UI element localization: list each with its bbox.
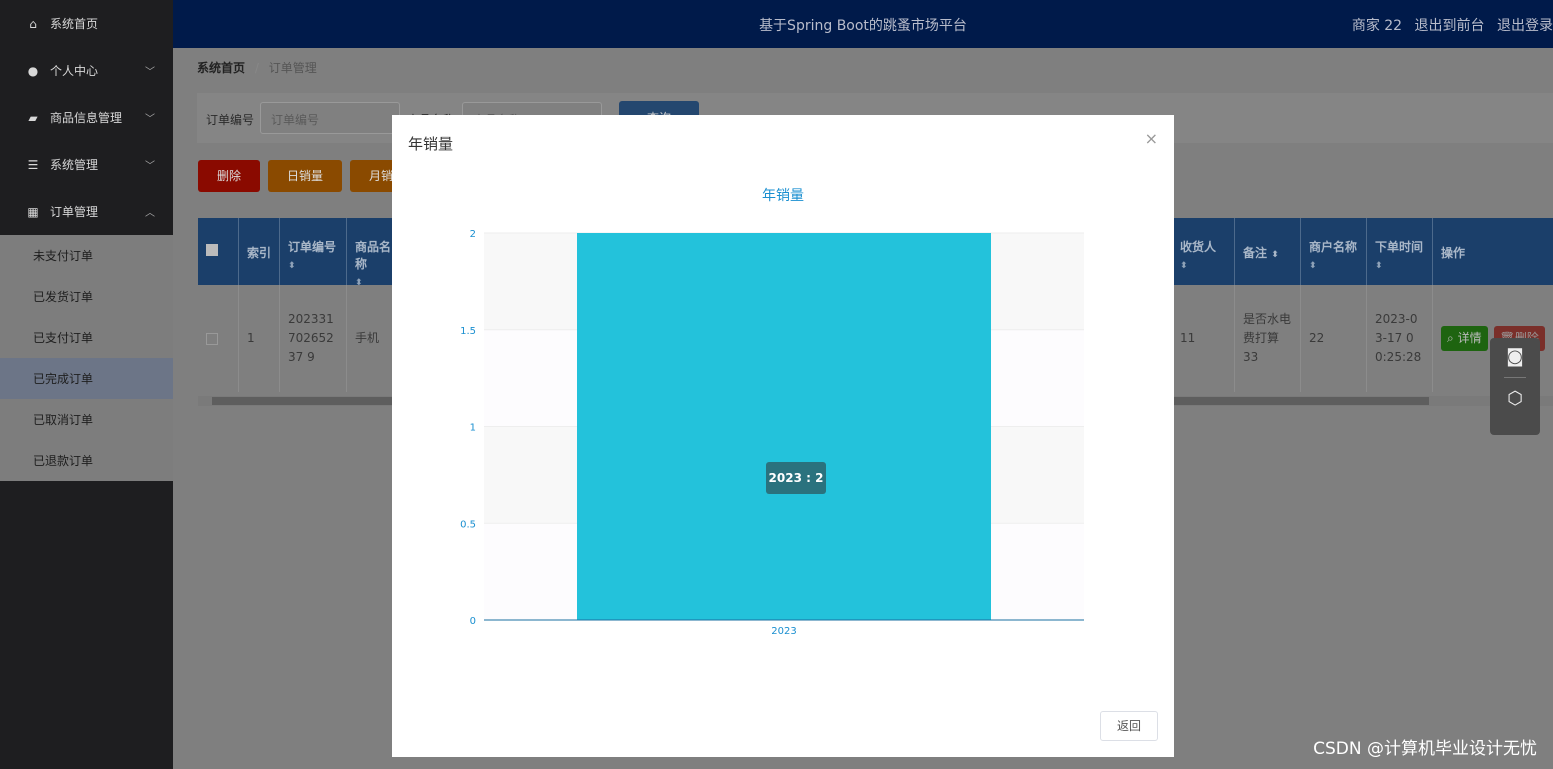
bar-2023 (577, 233, 991, 620)
chevron-up-icon: ︿ (145, 208, 155, 219)
col-index: 索引 (239, 218, 280, 285)
col-receiver[interactable]: 收货人 ⬍ (1172, 218, 1235, 285)
y-tick-label: 1 (470, 423, 476, 434)
sort-icon[interactable]: ⬍ (1271, 250, 1279, 260)
floating-toolbar: ◙ ⬡ (1490, 338, 1540, 435)
dialog-title: 年销量 (408, 135, 454, 153)
submenu-unpaid[interactable]: 未支付订单 (0, 235, 173, 276)
orders-submenu: 未支付订单 已发货订单 已支付订单 已完成订单 已取消订单 已退款订单 (0, 235, 173, 481)
logout-link[interactable]: 退出登录 (1497, 18, 1553, 34)
select-all-checkbox[interactable] (198, 218, 239, 285)
chevron-down-icon: ﹀ (145, 161, 155, 172)
y-tick-label: 2 (470, 229, 476, 240)
order-no-input[interactable]: 订单编号 (260, 102, 400, 134)
close-icon[interactable]: × (1145, 129, 1158, 148)
y-tick-label: 0 (470, 616, 476, 627)
sidebar-item-system[interactable]: ☰ 系统管理 ﹀ (0, 141, 173, 188)
sidebar-item-orders[interactable]: ▦ 订单管理 ︿ (0, 188, 173, 235)
camera-icon[interactable]: ◙ (1490, 346, 1540, 367)
y-tick-label: 0.5 (460, 519, 476, 530)
sidebar-item-goods[interactable]: ▰ 商品信息管理 ﹀ (0, 94, 173, 141)
col-actions: 操作 (1441, 246, 1466, 260)
delete-button[interactable]: 删除 (198, 160, 260, 192)
submenu-shipped[interactable]: 已发货订单 (0, 276, 173, 317)
chat-icon: ▰ (28, 110, 38, 125)
yearly-sales-chart: 年销量 0 0.5 1 1.5 2 2023 2023 : 2 (460, 188, 1084, 637)
tooltip-text: 2023 : 2 (769, 471, 824, 485)
daily-sales-button[interactable]: 日销量 (268, 160, 342, 192)
sliders-icon: ☰ (27, 157, 39, 172)
to-front-link[interactable]: 退出到前台 (1415, 18, 1485, 34)
x-tick-label: 2023 (771, 626, 796, 637)
sidebar-item-profile[interactable]: ● 个人中心 ﹀ (0, 47, 173, 94)
col-order-no[interactable]: 订单编号 ⬍ (280, 218, 347, 285)
search-icon: ⌕ (1447, 331, 1454, 345)
sort-icon[interactable]: ⬍ (288, 261, 338, 271)
home-icon: ⌂ (29, 16, 37, 31)
col-remark[interactable]: 备注 ⬍ (1235, 218, 1301, 285)
add-hexagon-icon[interactable]: ⬡ (1490, 388, 1540, 409)
chart-title: 年销量 (762, 188, 804, 204)
watermark: CSDN @计算机毕业设计无忧 (1313, 739, 1537, 759)
top-header: 基于Spring Boot的跳蚤市场平台 商家 22 退出到前台 退出登录 (173, 0, 1553, 48)
sort-icon[interactable]: ⬍ (1309, 261, 1358, 271)
sidebar-item-home[interactable]: ⌂ 系统首页 (0, 0, 173, 47)
submenu-completed[interactable]: 已完成订单 (0, 358, 173, 399)
sort-icon[interactable]: ⬍ (1375, 261, 1424, 271)
breadcrumb: 系统首页 / 订单管理 (197, 61, 317, 75)
col-merchant[interactable]: 商户名称 ⬍ (1301, 218, 1367, 285)
y-tick-label: 1.5 (460, 326, 476, 337)
grid-icon: ▦ (27, 204, 39, 219)
chevron-down-icon: ﹀ (145, 67, 155, 78)
sort-icon[interactable]: ⬍ (1180, 261, 1226, 271)
yearly-sales-dialog: 年销量 × 年销量 0 0.5 1 1.5 2 2023 2023 : 2 返回 (392, 115, 1174, 757)
chevron-down-icon: ﹀ (145, 114, 155, 125)
sidebar: ⌂ 系统首页 ● 个人中心 ﹀ ▰ 商品信息管理 ﹀ ☰ 系统管理 ﹀ ▦ 订单管理 ︿ 未支付订… (0, 0, 173, 769)
breadcrumb-home[interactable]: 系统首页 (197, 61, 245, 75)
breadcrumb-current: 订单管理 (268, 61, 317, 75)
detail-button[interactable]: ⌕ 详情 (1441, 326, 1488, 351)
submenu-cancelled[interactable]: 已取消订单 (0, 399, 173, 440)
user-icon: ● (27, 63, 39, 78)
return-button[interactable]: 返回 (1100, 711, 1158, 741)
submenu-refunded[interactable]: 已退款订单 (0, 440, 173, 481)
col-time[interactable]: 下单时间 ⬍ (1367, 218, 1433, 285)
current-user: 商家 22 (1351, 18, 1403, 34)
submenu-paid[interactable]: 已支付订单 (0, 317, 173, 358)
row-checkbox[interactable] (198, 285, 239, 392)
